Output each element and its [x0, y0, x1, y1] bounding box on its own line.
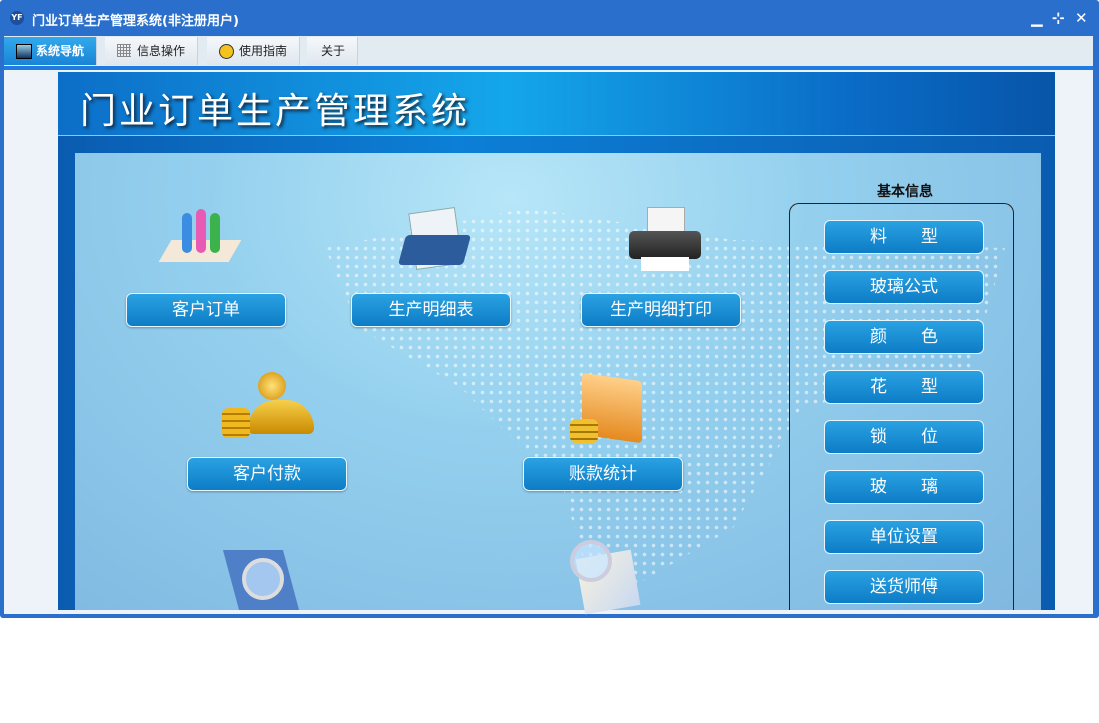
search-book-icon[interactable] — [222, 540, 306, 610]
production-print-button[interactable]: 生产明细打印 — [581, 293, 741, 327]
tab-info-ops[interactable]: 信息操作 — [105, 37, 199, 65]
printer-icon[interactable] — [625, 205, 705, 275]
menu-bar: 系统导航 信息操作 使用指南 关于 — [4, 36, 1093, 66]
help-icon — [219, 44, 234, 59]
customer-payment-button[interactable]: 客户付款 — [187, 457, 347, 491]
accounts-folder-icon[interactable] — [568, 372, 648, 444]
lock-position-button[interactable]: 锁 位 — [824, 420, 984, 454]
tab-about[interactable]: 关于 — [307, 37, 359, 65]
window-title: 门业订单生产管理系统(非注册用户) — [32, 14, 239, 29]
glass-formula-button[interactable]: 玻璃公式 — [824, 270, 984, 304]
production-detail-button[interactable]: 生产明细表 — [351, 293, 511, 327]
minimize-icon[interactable]: ▁ — [1031, 9, 1043, 27]
restore-icon[interactable]: ⊹ — [1052, 9, 1065, 27]
profile-type-button[interactable]: 料 型 — [824, 220, 984, 254]
tab-user-guide[interactable]: 使用指南 — [207, 37, 301, 65]
search-map-icon[interactable] — [566, 538, 646, 615]
pattern-button[interactable]: 花 型 — [824, 370, 984, 404]
glass-button[interactable]: 玻 璃 — [824, 470, 984, 504]
customers-icon[interactable] — [158, 205, 242, 275]
monitor-icon — [16, 44, 32, 59]
unit-settings-button[interactable]: 单位设置 — [824, 520, 984, 554]
banner-title: 门业订单生产管理系统 — [80, 91, 471, 132]
color-button[interactable]: 颜 色 — [824, 320, 984, 354]
delivery-driver-button[interactable]: 送货师傅 — [824, 570, 984, 604]
customer-orders-button[interactable]: 客户订单 — [126, 293, 286, 327]
close-icon[interactable]: ✕ — [1075, 9, 1088, 27]
tab-system-nav[interactable]: 系统导航 — [4, 37, 98, 65]
grid-icon — [117, 44, 131, 57]
payment-icon[interactable] — [222, 370, 314, 440]
documents-icon[interactable] — [397, 205, 477, 275]
title-bar: YF 门业订单生产管理系统(非注册用户) ▁ ⊹ ✕ — [0, 0, 1099, 36]
basic-info-title: 基本信息 — [877, 184, 933, 200]
app-logo-icon: YF — [10, 11, 24, 25]
banner: 门业订单生产管理系统 — [58, 72, 1055, 136]
account-statistics-button[interactable]: 账款统计 — [523, 457, 683, 491]
